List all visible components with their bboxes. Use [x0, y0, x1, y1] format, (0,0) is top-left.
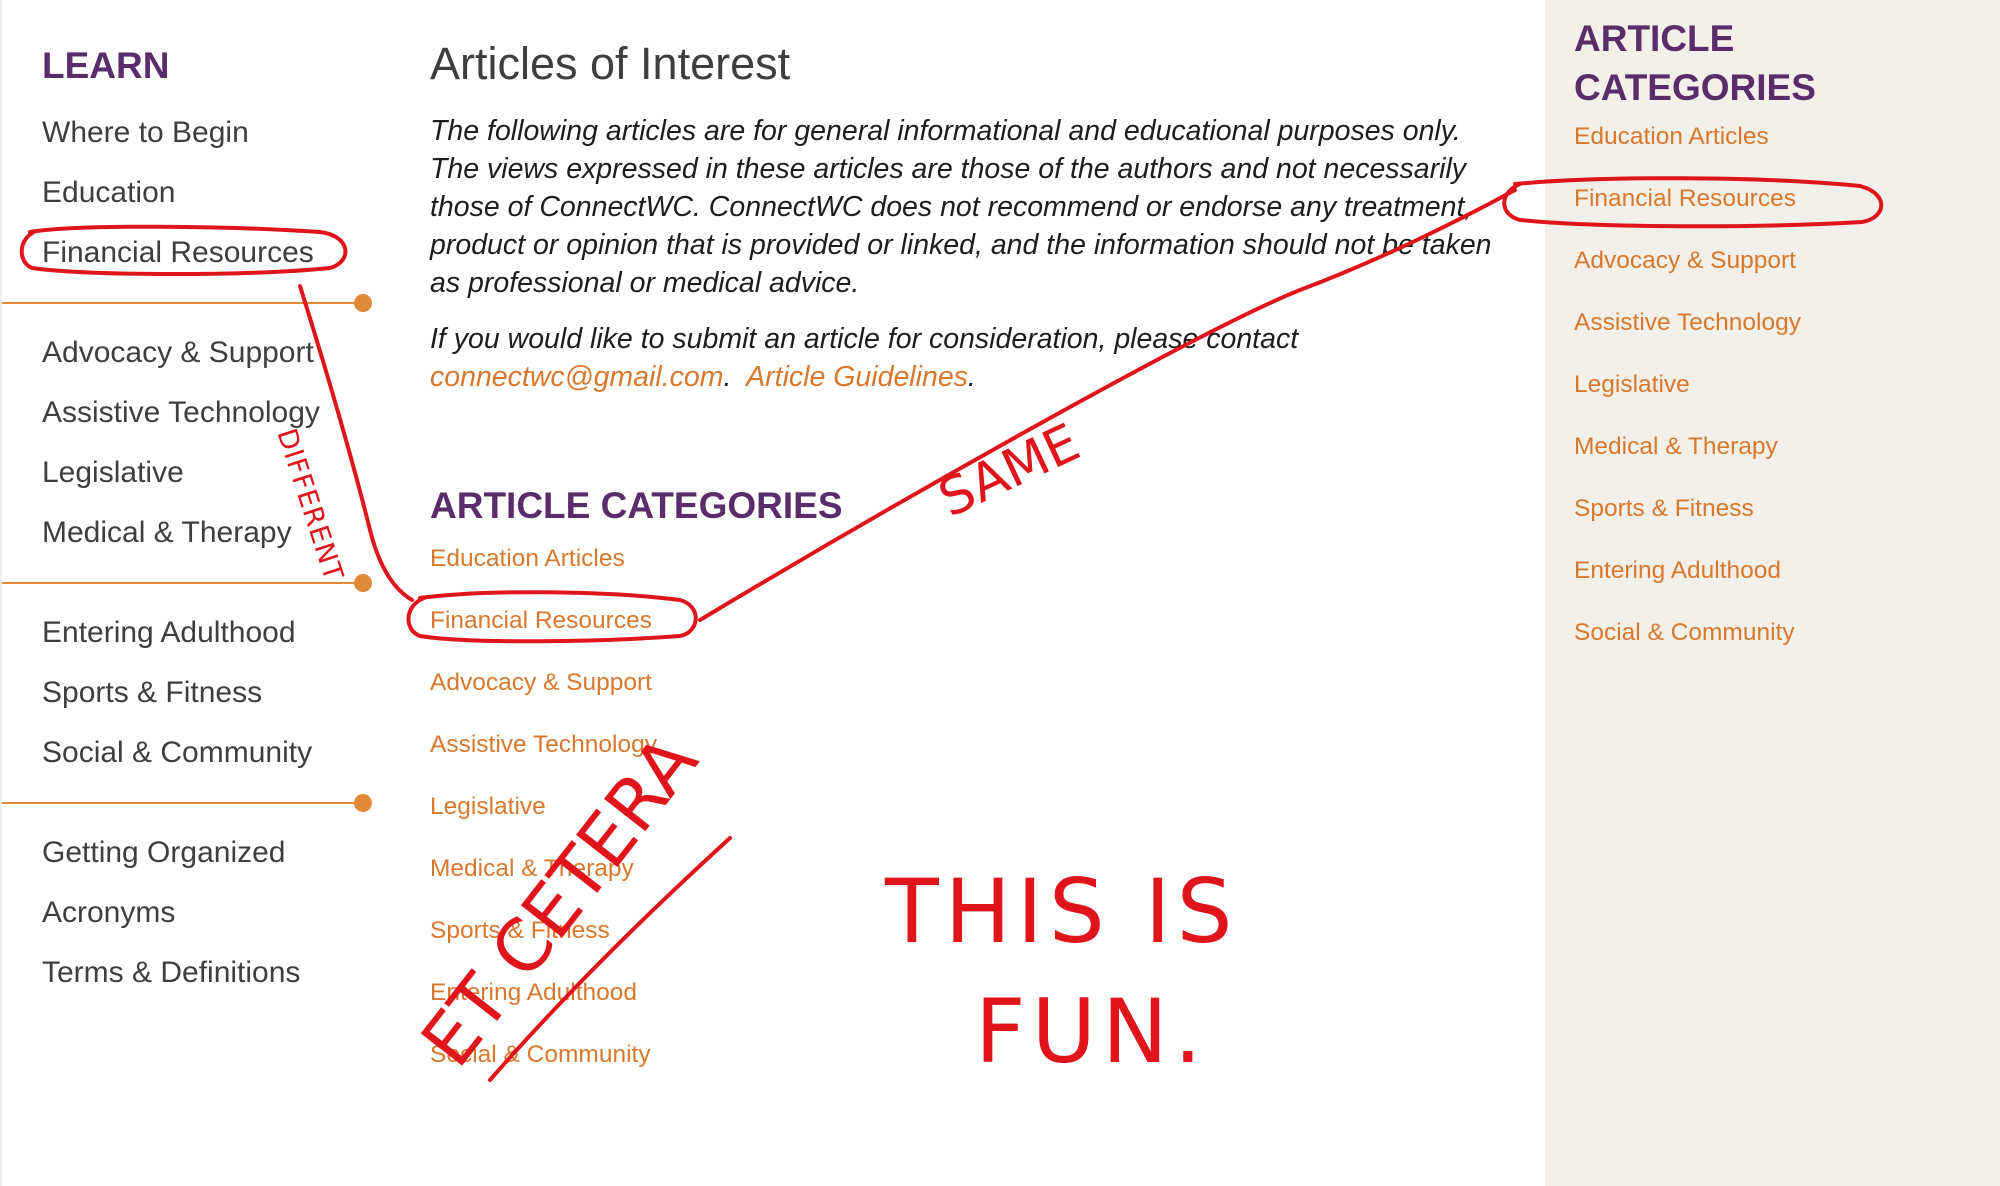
sidebar-heading-line2: CATEGORIES [1574, 67, 1816, 108]
divider-dot [354, 794, 372, 812]
nav-item-assistive-technology[interactable]: Assistive Technology [42, 394, 320, 432]
submit-article-label: If you would like to submit an article f… [430, 323, 1299, 355]
nav-item-where-to-begin[interactable]: Where to Begin [42, 114, 249, 152]
page-title: Articles of Interest [430, 38, 791, 89]
nav-item-social-community[interactable]: Social & Community [42, 734, 312, 772]
nav-item-acronyms[interactable]: Acronyms [42, 894, 175, 932]
article-categories-heading: ARTICLE CATEGORIES [430, 485, 843, 526]
right-sidebar: ARTICLE CATEGORIES Education Articles Fi… [1545, 0, 2000, 1186]
nav-item-terms-definitions[interactable]: Terms & Definitions [42, 954, 300, 992]
left-nav: LEARN Where to Begin Education Financial… [0, 0, 380, 1186]
nav-divider [2, 294, 372, 312]
nav-item-education[interactable]: Education [42, 174, 175, 212]
annotation-same: SAME [930, 412, 1089, 530]
category-link-education-articles[interactable]: Education Articles [430, 543, 625, 575]
nav-divider [2, 794, 372, 812]
sidebar-link-sports-fitness[interactable]: Sports & Fitness [1574, 493, 1754, 525]
learn-heading: LEARN [42, 45, 170, 86]
link-separator: . [723, 361, 747, 393]
sidebar-link-legislative[interactable]: Legislative [1574, 369, 1690, 401]
nav-item-sports-fitness[interactable]: Sports & Fitness [42, 674, 262, 712]
article-guidelines-link[interactable]: Article Guidelines [746, 361, 968, 393]
sidebar-link-medical-therapy[interactable]: Medical & Therapy [1574, 431, 1778, 463]
sidebar-categories-heading: ARTICLE CATEGORIES [1574, 14, 1816, 112]
divider-dot [354, 294, 372, 312]
annotation-this-is: THIS IS [885, 860, 1239, 963]
sidebar-link-financial-resources[interactable]: Financial Resources [1574, 183, 1796, 215]
category-link-legislative[interactable]: Legislative [430, 791, 546, 823]
annotation-et-cetera: ET CETERA [405, 719, 714, 1082]
sidebar-link-advocacy-support[interactable]: Advocacy & Support [1574, 245, 1796, 277]
sidebar-link-entering-adulthood[interactable]: Entering Adulthood [1574, 555, 1781, 587]
sidebar-heading-line1: ARTICLE [1574, 18, 1735, 59]
divider-dot [354, 574, 372, 592]
nav-item-getting-organized[interactable]: Getting Organized [42, 834, 285, 872]
disclaimer-text: The following articles are for general i… [430, 115, 1492, 299]
sidebar-link-education-articles[interactable]: Education Articles [1574, 121, 1769, 153]
sidebar-link-assistive-technology[interactable]: Assistive Technology [1574, 307, 1801, 339]
end-period: . [967, 361, 976, 393]
sidebar-link-social-community[interactable]: Social & Community [1574, 617, 1795, 649]
nav-divider [2, 574, 372, 592]
nav-item-legislative[interactable]: Legislative [42, 454, 184, 492]
nav-item-entering-adulthood[interactable]: Entering Adulthood [42, 614, 296, 652]
submit-article-text: If you would like to submit an article f… [430, 320, 1500, 396]
nav-item-medical-therapy[interactable]: Medical & Therapy [42, 514, 292, 552]
annotation-fun: FUN. [975, 980, 1208, 1083]
category-link-advocacy-support[interactable]: Advocacy & Support [430, 667, 652, 699]
nav-item-advocacy-support[interactable]: Advocacy & Support [42, 334, 314, 372]
email-link[interactable]: connectwc@gmail.com [430, 361, 723, 393]
nav-item-financial-resources[interactable]: Financial Resources [42, 234, 314, 272]
category-link-financial-resources[interactable]: Financial Resources [430, 605, 652, 637]
